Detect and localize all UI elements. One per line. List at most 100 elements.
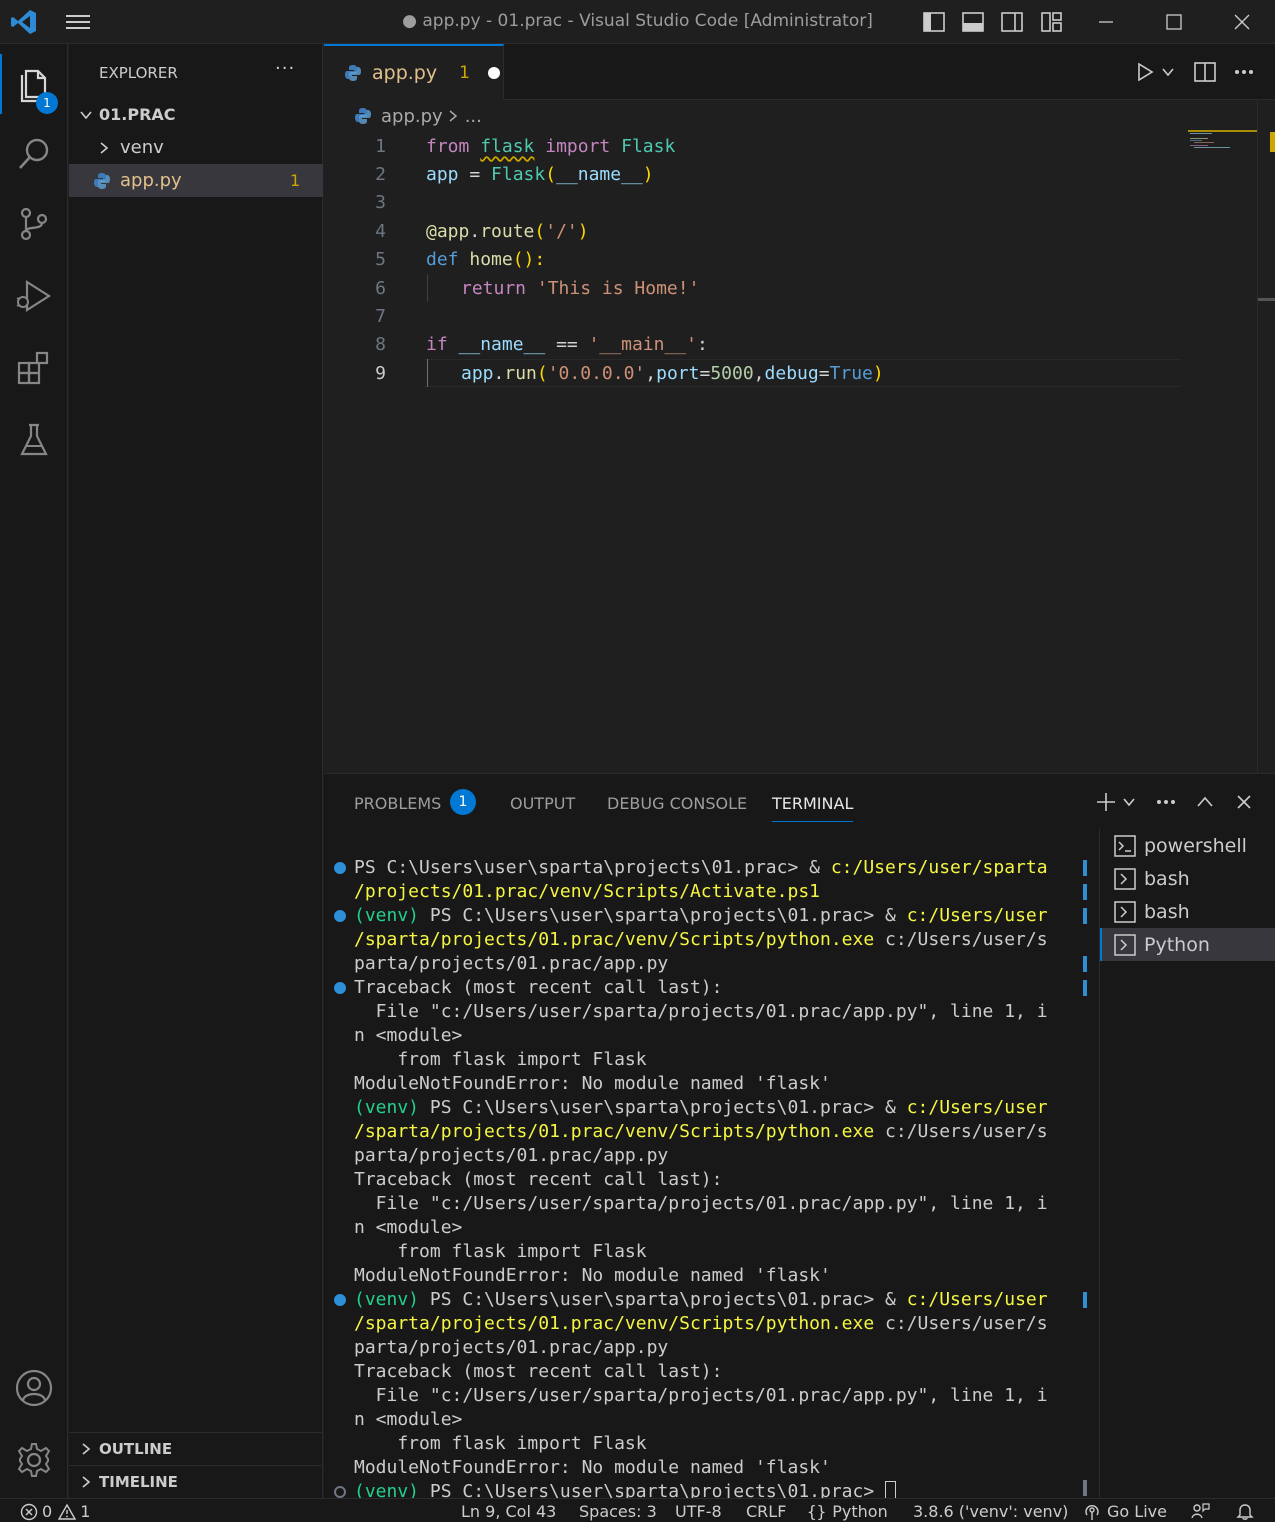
settings-gear-icon [17, 1443, 51, 1477]
terminal-item-bash[interactable]: bash [1100, 862, 1275, 895]
code-line: 4 @app.route('/') [324, 217, 1254, 245]
error-icon [20, 1503, 38, 1520]
terminal-profile-dropdown[interactable] [1119, 788, 1139, 816]
vscode-logo-icon[interactable] [10, 8, 38, 36]
breadcrumb-file[interactable]: app.py [381, 106, 443, 127]
line-number: 1 [375, 135, 386, 157]
editor-more-actions-button[interactable] [1230, 58, 1258, 86]
language-mode[interactable]: {} Python [807, 1502, 888, 1521]
terminal-line: Traceback (most recent call last): [354, 1169, 723, 1190]
activity-bar: 1 [0, 44, 68, 1498]
terminal-line: from flask import Flask [354, 1433, 647, 1454]
close-window-button[interactable] [1228, 8, 1256, 36]
unresolved-import-warning[interactable]: flask [480, 136, 534, 157]
toggle-primary-sidebar-button[interactable] [920, 8, 948, 36]
terminal-output[interactable]: PS C:\Users\user\sparta\projects\01.prac… [324, 846, 1087, 1503]
hamburger-menu-icon[interactable] [64, 12, 92, 32]
activity-extensions[interactable] [0, 338, 68, 398]
layout-panel-icon [962, 12, 984, 32]
python-interpreter[interactable]: 3.8.6 ('venv': venv) [913, 1502, 1068, 1521]
explorer-more-actions-button[interactable]: ··· [275, 58, 295, 79]
command-decoration-icon[interactable] [334, 910, 346, 922]
activity-source-control[interactable] [0, 194, 68, 254]
layout-sidebar-right-icon [1001, 12, 1023, 32]
encoding-status[interactable]: UTF-8 [675, 1502, 722, 1521]
tree-item-label: venv [120, 137, 164, 158]
line-number: 9 [375, 362, 386, 384]
run-debug-icon [16, 279, 52, 313]
status-bar: 0 1 Ln 9, Col 43 Spaces: 3 UTF-8 CRLF {}… [0, 1498, 1275, 1522]
bell-icon [1236, 1504, 1254, 1520]
timeline-section-header[interactable]: TIMELINE [69, 1465, 323, 1498]
panel-tab-debug-console[interactable]: DEBUG CONSOLE [607, 794, 747, 822]
new-terminal-button[interactable] [1092, 788, 1120, 816]
terminal-line: from flask import Flask [354, 1241, 647, 1262]
tree-item-app-py[interactable]: app.py 1 [69, 164, 323, 197]
folder-root-01prac[interactable]: 01.PRAC [69, 98, 323, 131]
chevron-right-icon [449, 110, 457, 122]
minimize-button[interactable] [1092, 8, 1120, 36]
chevron-down-icon [1162, 68, 1174, 77]
code-line: 6 return 'This is Home!' [324, 274, 1254, 303]
account-icon [15, 1369, 53, 1407]
terminal-item-label: Python [1144, 933, 1210, 956]
python-file-icon [94, 172, 110, 189]
command-decoration-icon[interactable] [334, 1294, 346, 1306]
indentation-status[interactable]: Spaces: 3 [579, 1502, 657, 1521]
activity-manage-settings[interactable] [0, 1430, 68, 1490]
run-options-dropdown[interactable] [1158, 58, 1178, 86]
minimap[interactable] [1188, 130, 1258, 160]
terminal-item-powershell[interactable]: powershell [1100, 829, 1275, 862]
notifications-button[interactable] [1236, 1502, 1254, 1520]
code-editor[interactable]: 1 from flask import Flask 2 app = Flask(… [324, 132, 1254, 388]
minimize-icon [1099, 21, 1113, 23]
toggle-panel-button[interactable] [959, 8, 987, 36]
tree-item-problem-badge: 1 [290, 171, 301, 190]
terminal-scroll-marker [1083, 1480, 1087, 1496]
activity-testing[interactable] [0, 410, 68, 470]
run-python-file-button[interactable] [1131, 58, 1159, 86]
maximize-button[interactable] [1160, 8, 1188, 36]
accounts-status[interactable] [1190, 1502, 1210, 1520]
line-number: 5 [375, 249, 386, 271]
breadcrumb-symbol[interactable]: ... [465, 106, 482, 127]
play-icon [1138, 62, 1154, 82]
panel-tab-terminal[interactable]: TERMINAL [772, 794, 854, 822]
curly-braces-icon: {} [807, 1502, 827, 1521]
tree-item-venv[interactable]: venv [69, 131, 323, 164]
more-icon [1157, 800, 1175, 804]
command-pending-icon[interactable] [334, 1486, 346, 1498]
layout-grid-icon [1041, 12, 1062, 32]
panel-tab-problems[interactable]: PROBLEMS [354, 794, 441, 822]
customize-layout-button[interactable] [1038, 8, 1066, 36]
terminal-item-python[interactable]: Python [1100, 928, 1275, 961]
problems-count-badge: 1 [450, 789, 476, 815]
editor-scrollbar-thumb[interactable] [1258, 298, 1275, 301]
close-panel-button[interactable] [1230, 788, 1258, 816]
cursor-position[interactable]: Ln 9, Col 43 [461, 1502, 556, 1521]
panel-more-actions-button[interactable] [1152, 788, 1180, 816]
terminal-line: File "c:/Users/user/sparta/projects/01.p… [354, 1385, 1048, 1406]
terminal-scroll-marker [1083, 884, 1087, 900]
terminal-item-bash[interactable]: bash [1100, 895, 1275, 928]
maximize-panel-button[interactable] [1191, 788, 1219, 816]
activity-explorer[interactable]: 1 [0, 54, 68, 114]
split-editor-button[interactable] [1191, 58, 1219, 86]
tab-app-py[interactable]: app.py 1 [324, 44, 504, 100]
unsaved-dot-icon[interactable] [487, 67, 500, 79]
terminal-line: /projects/01.prac/venv/Scripts/Activate.… [354, 881, 820, 902]
activity-search[interactable] [0, 124, 68, 184]
panel-tab-output[interactable]: OUTPUT [510, 794, 575, 822]
activity-accounts[interactable] [0, 1358, 68, 1418]
editor-scrollbar-track[interactable] [1257, 100, 1258, 773]
terminal-line: parta/projects/01.prac/app.py [354, 953, 669, 974]
toggle-secondary-sidebar-button[interactable] [998, 8, 1026, 36]
go-live-button[interactable]: Go Live [1083, 1502, 1167, 1521]
code-line: 2 app = Flask(__name__) [324, 160, 1254, 188]
outline-section-header[interactable]: OUTLINE [69, 1432, 323, 1465]
activity-run-debug[interactable] [0, 266, 68, 326]
problems-status[interactable]: 0 1 [20, 1502, 90, 1521]
eol-status[interactable]: CRLF [746, 1502, 786, 1521]
command-decoration-icon[interactable] [334, 862, 346, 874]
command-decoration-icon[interactable] [334, 982, 346, 994]
